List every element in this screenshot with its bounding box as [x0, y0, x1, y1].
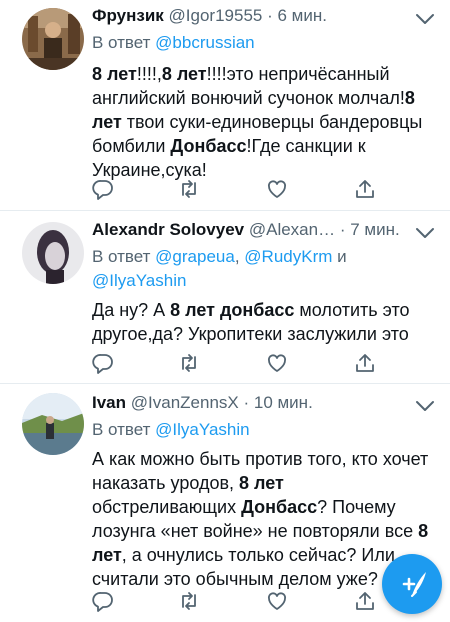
separator: · — [238, 393, 254, 412]
text-segment: !!!!, — [136, 64, 162, 84]
tweet-text: 8 лет!!!!,8 лет!!!!это непричёсанный анг… — [92, 62, 432, 182]
reply-prefix: В ответ — [92, 420, 156, 439]
avatar[interactable] — [22, 393, 84, 455]
author-name[interactable]: Ivan — [92, 393, 126, 412]
reply-and: и — [332, 247, 347, 266]
highlighted-text: 8 лет — [239, 473, 284, 493]
heart-icon[interactable] — [266, 178, 288, 200]
reply-user-link[interactable]: @IlyaYashin — [155, 420, 249, 439]
retweet-icon[interactable] — [178, 178, 200, 200]
timestamp[interactable]: 10 мин. — [254, 393, 313, 412]
tweet-header: Фрунзик @Igor19555 · 6 мин. — [92, 6, 327, 26]
reply-prefix: В ответ — [92, 247, 156, 266]
tweet-actions — [92, 178, 392, 200]
separator: · — [262, 6, 278, 25]
reply-user-link[interactable]: @bbcrussian — [155, 33, 254, 52]
share-icon[interactable] — [354, 352, 376, 374]
author-handle[interactable]: @Igor19555 — [169, 6, 263, 25]
text-segment: Да ну? А — [92, 300, 171, 320]
tweet-text: Да ну? А 8 лет донбасс молотить это друг… — [92, 298, 432, 346]
chevron-down-icon[interactable] — [414, 226, 436, 240]
retweet-icon[interactable] — [178, 590, 200, 612]
heart-icon[interactable] — [266, 590, 288, 612]
tweet[interactable]: Фрунзик @Igor19555 · 6 мин. В ответ @bbc… — [0, 0, 450, 211]
reply-prefix: В ответ — [92, 33, 156, 52]
retweet-icon[interactable] — [178, 352, 200, 374]
highlighted-text: 8 лет донбасс — [170, 300, 295, 320]
reply-icon[interactable] — [92, 352, 114, 374]
share-icon[interactable] — [354, 178, 376, 200]
text-segment: , а очнулись только сейчас? Или считали … — [92, 545, 395, 589]
heart-icon[interactable] — [266, 352, 288, 374]
reply-user-link[interactable]: @grapeua — [155, 247, 235, 266]
reply-icon[interactable] — [92, 590, 114, 612]
share-icon[interactable] — [354, 590, 376, 612]
highlighted-text: Донбасс — [241, 497, 318, 517]
reply-context: В ответ @IlyaYashin — [92, 418, 250, 442]
author-handle[interactable]: @IvanZennsX — [131, 393, 239, 412]
highlighted-text: Донбасс — [170, 136, 247, 156]
highlighted-text: 8 лет — [92, 64, 137, 84]
tweet-actions — [92, 352, 392, 374]
chevron-down-icon[interactable] — [414, 12, 436, 26]
compose-tweet-icon — [402, 572, 426, 597]
tweet-text: А как можно быть против того, кто хочет … — [92, 447, 432, 591]
avatar[interactable] — [22, 8, 84, 70]
reply-icon[interactable] — [92, 178, 114, 200]
compose-tweet-button[interactable] — [382, 554, 442, 614]
tweet[interactable]: Alexandr Solovyev @Alexan… · 7 мин. В от… — [0, 210, 450, 384]
author-handle[interactable]: @Alexan… — [249, 220, 335, 239]
author-name[interactable]: Фрунзик — [92, 6, 164, 25]
reply-context: В ответ @bbcrussian — [92, 31, 255, 55]
highlighted-text: 8 лет — [161, 64, 207, 84]
reply-user-link[interactable]: @IlyaYashin — [92, 271, 186, 290]
text-segment: обстреливающих — [92, 497, 242, 517]
chevron-down-icon[interactable] — [414, 399, 436, 413]
timestamp[interactable]: 7 мин. — [350, 220, 399, 239]
tweet-header: Ivan @IvanZennsX · 10 мин. — [92, 393, 313, 413]
reply-separator: , — [234, 247, 245, 266]
tweet-header: Alexandr Solovyev @Alexan… · 7 мин. — [92, 220, 400, 240]
tweet-actions — [92, 590, 392, 612]
reply-user-link[interactable]: @RudyKrm — [244, 247, 332, 266]
separator: · — [335, 220, 351, 239]
timestamp[interactable]: 6 мин. — [277, 6, 326, 25]
reply-context: В ответ @grapeua, @RudyKrm и @IlyaYashin — [92, 245, 422, 293]
author-name[interactable]: Alexandr Solovyev — [92, 220, 244, 239]
avatar[interactable] — [22, 222, 84, 284]
